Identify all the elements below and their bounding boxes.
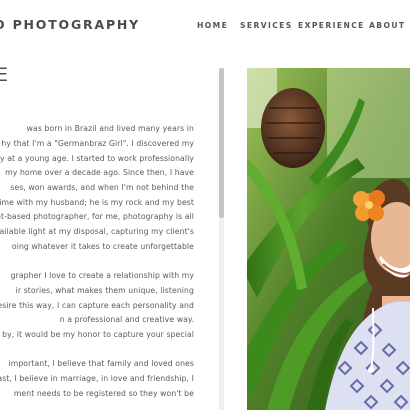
site-header: O PHOTOGRAPHY HOME SERVICES EXPERIENCE A… <box>0 0 410 60</box>
portrait-photo-image <box>247 68 410 410</box>
about-line: fast, I believe in marriage, in love and… <box>0 374 194 383</box>
about-line: n a professional and creative way. <box>59 315 194 324</box>
nav-home[interactable]: HOME <box>197 21 228 30</box>
about-line: important, I believe that family and lov… <box>8 359 194 368</box>
about-line: g time with my husband; he is my rock an… <box>0 198 194 207</box>
portrait-photo <box>247 68 410 410</box>
about-line: ment needs to be registered so they won'… <box>13 389 194 398</box>
about-line: was born in Brazil and lived many years … <box>26 124 194 133</box>
about-line: desire this way, I can capture each pers… <box>0 301 194 310</box>
about-line: my home over a decade ago. Since then, I… <box>5 168 194 177</box>
scrollbar-thumb[interactable] <box>219 68 224 218</box>
nav-experience[interactable]: EXPERIENCE <box>298 21 365 30</box>
about-line: ll available light at my disposal, captu… <box>0 227 194 236</box>
nav-services[interactable]: SERVICES <box>240 21 293 30</box>
about-line: ght-based photographer, for me, photogra… <box>0 212 194 221</box>
about-text-panel: was born in Brazil and lived many years … <box>0 100 216 410</box>
site-logo[interactable]: O PHOTOGRAPHY <box>0 17 140 32</box>
about-line: ir stories, what makes them unique, list… <box>15 286 194 295</box>
about-line: hy at a young age. I started to work pro… <box>0 154 194 163</box>
about-line: g by, it would be my honor to capture yo… <box>0 330 194 339</box>
about-line: oing whatever it takes to create unforge… <box>11 242 194 251</box>
about-line: grapher I love to create a relationship … <box>10 271 194 280</box>
about-line: ses, won awards, and when I'm not behind… <box>10 183 194 192</box>
text-scrollbar[interactable] <box>219 68 224 410</box>
page-title: E <box>0 64 10 86</box>
about-line: hy that I'm a "Germanbraz Girl". I disco… <box>1 139 194 148</box>
nav-about-me[interactable]: ABOUT ME <box>369 21 410 30</box>
